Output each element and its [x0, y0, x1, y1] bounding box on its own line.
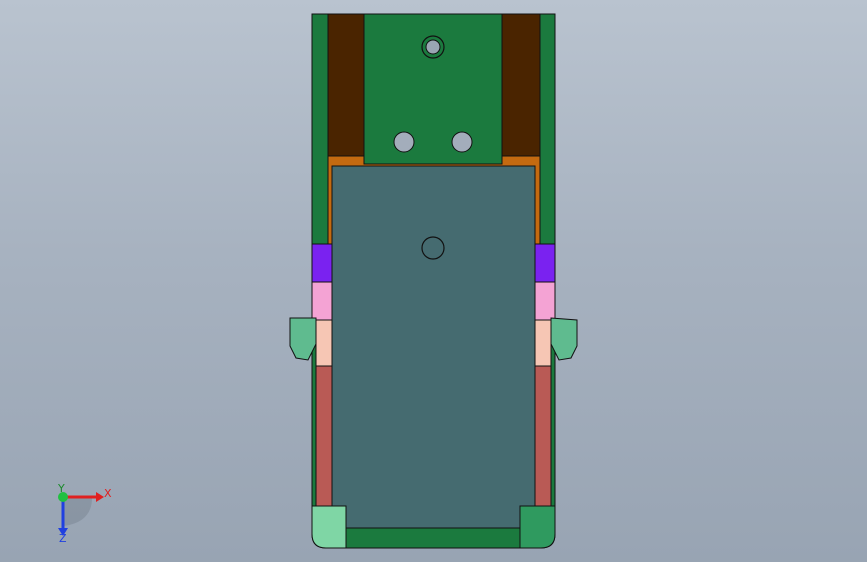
z-axis-label: Z [59, 532, 67, 545]
red-guide-right[interactable] [534, 365, 552, 507]
triad-shadow [64, 498, 92, 526]
x-axis-arrow [96, 492, 104, 502]
model-view[interactable]: X Y Z [0, 0, 867, 562]
coordinate-triad: X Y Z [57, 482, 112, 545]
y-axis-label: Y [57, 482, 65, 495]
purple-spacer-right[interactable] [534, 243, 556, 283]
peach-spacer-left[interactable] [315, 319, 333, 367]
graphics-viewport[interactable]: X Y Z [0, 0, 867, 562]
right-rail[interactable] [501, 13, 541, 157]
pink-spacer-right[interactable] [534, 281, 556, 321]
red-guide-left[interactable] [315, 365, 333, 507]
left-hole[interactable] [393, 131, 415, 153]
left-rail[interactable] [327, 13, 365, 157]
pink-spacer-left[interactable] [311, 281, 333, 321]
base-left[interactable] [311, 505, 347, 549]
center-slide[interactable] [331, 165, 536, 529]
right-hole[interactable] [451, 131, 473, 153]
center-hole[interactable] [421, 236, 445, 260]
x-axis-label: X [104, 487, 112, 500]
top-bolt-inner [425, 39, 441, 55]
purple-spacer-left[interactable] [311, 243, 333, 283]
base-right[interactable] [519, 505, 556, 549]
peach-spacer-right[interactable] [534, 319, 552, 367]
base-middle[interactable] [345, 527, 521, 549]
